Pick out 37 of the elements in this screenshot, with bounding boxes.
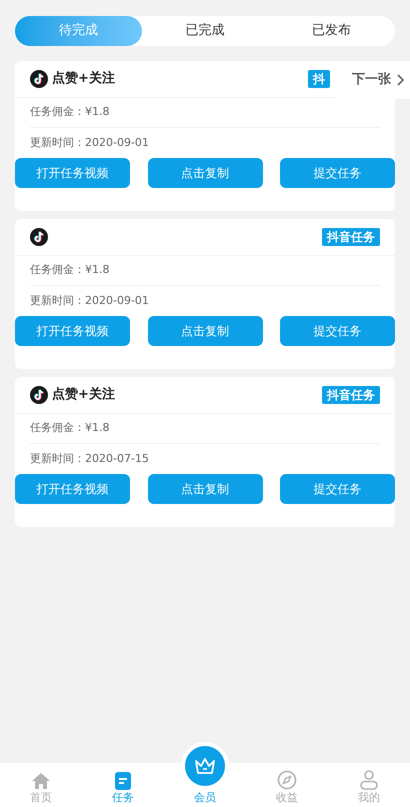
compass-icon: [277, 770, 297, 790]
action-button[interactable]: 提交任务: [280, 474, 395, 504]
task-badge: 抖: [308, 70, 330, 88]
action-button[interactable]: 点击复制: [148, 316, 262, 346]
commission-text: 任务佣金：¥1.8: [30, 420, 110, 436]
person-icon: [360, 770, 378, 790]
task-badge: 抖音任务: [322, 228, 380, 246]
nav-item[interactable]: 会员: [164, 741, 246, 807]
music-note-icon: [30, 70, 48, 88]
task-badge: 抖音任务: [322, 386, 380, 404]
update-time-text: 更新时间：2020-07-15: [30, 450, 149, 467]
update-time-text: 更新时间：2020-09-01: [30, 292, 149, 309]
action-button[interactable]: 提交任务: [280, 158, 395, 188]
music-note-icon: [30, 386, 48, 404]
chevron-right-icon: [397, 74, 404, 86]
nav-item[interactable]: 任务: [82, 763, 164, 807]
tab[interactable]: 已发布: [268, 16, 396, 46]
nav-item[interactable]: 首页: [0, 763, 82, 807]
music-note-icon: [30, 228, 48, 246]
action-button[interactable]: 提交任务: [280, 316, 395, 346]
action-button[interactable]: 点击复制: [148, 474, 262, 504]
tab[interactable]: 待完成: [15, 16, 142, 46]
commission-text: 任务佣金：¥1.8: [30, 262, 110, 278]
nav-item[interactable]: 我的: [328, 763, 410, 807]
tab[interactable]: 已完成: [142, 16, 268, 46]
task-title: 点赞+关注: [52, 386, 115, 404]
document-icon: [115, 772, 131, 790]
next-button[interactable]: 下一张: [338, 61, 410, 99]
task-title: 点赞+关注: [52, 70, 115, 88]
update-time-text: 更新时间：2020-09-01: [30, 134, 149, 151]
home-icon: [31, 772, 51, 790]
nav-item[interactable]: 收益: [246, 763, 328, 807]
action-button[interactable]: 打开任务视频: [15, 158, 130, 188]
action-button[interactable]: 打开任务视频: [15, 316, 130, 346]
commission-text: 任务佣金：¥1.8: [30, 104, 110, 120]
action-button[interactable]: 点击复制: [148, 158, 262, 188]
action-button[interactable]: 打开任务视频: [15, 474, 130, 504]
